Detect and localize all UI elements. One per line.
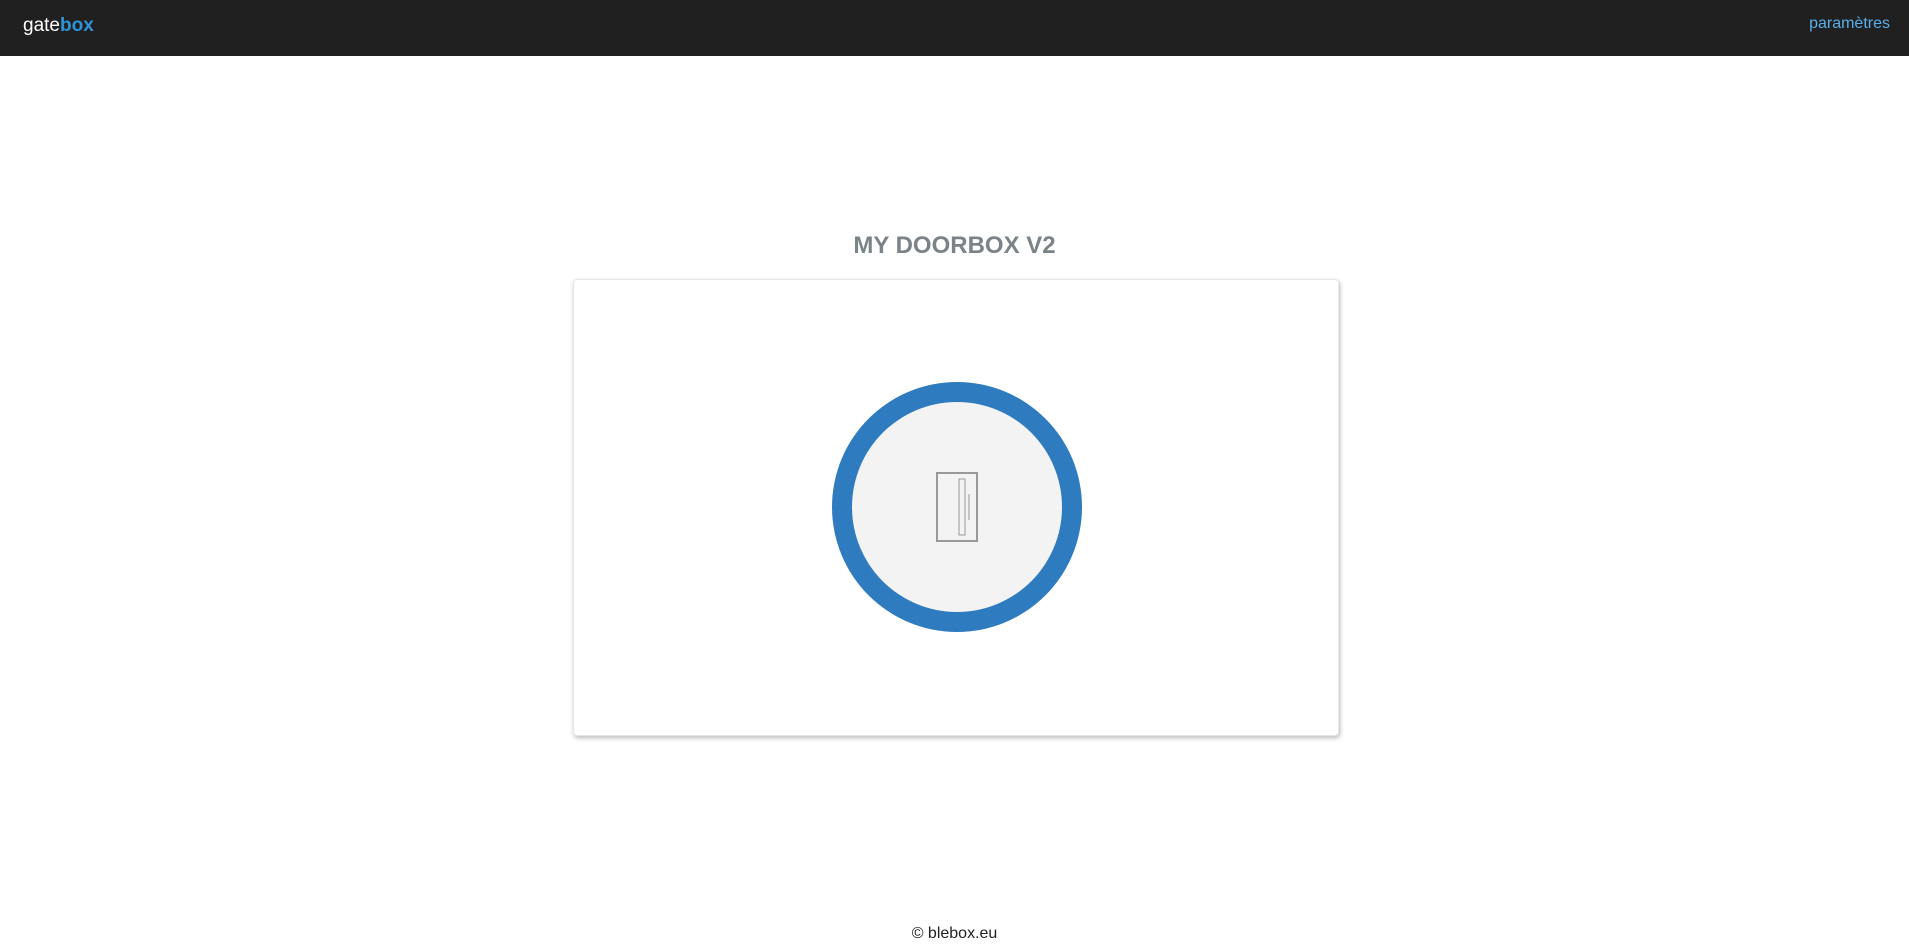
brand-prefix: gate xyxy=(23,15,60,36)
footer-copyright: © blebox.eu xyxy=(911,925,998,942)
brand-logo[interactable]: gatebox xyxy=(23,15,94,37)
brand-suffix: box xyxy=(59,15,94,36)
open-door-button[interactable] xyxy=(832,382,1082,632)
device-title: MY DOORBOX V2 xyxy=(853,232,1056,259)
settings-link[interactable]: paramètres xyxy=(1809,14,1890,34)
control-card xyxy=(573,279,1339,736)
door-icon xyxy=(936,472,978,542)
open-door-button-face[interactable] xyxy=(852,402,1062,612)
top-navbar: gatebox paramètres xyxy=(0,0,1909,56)
